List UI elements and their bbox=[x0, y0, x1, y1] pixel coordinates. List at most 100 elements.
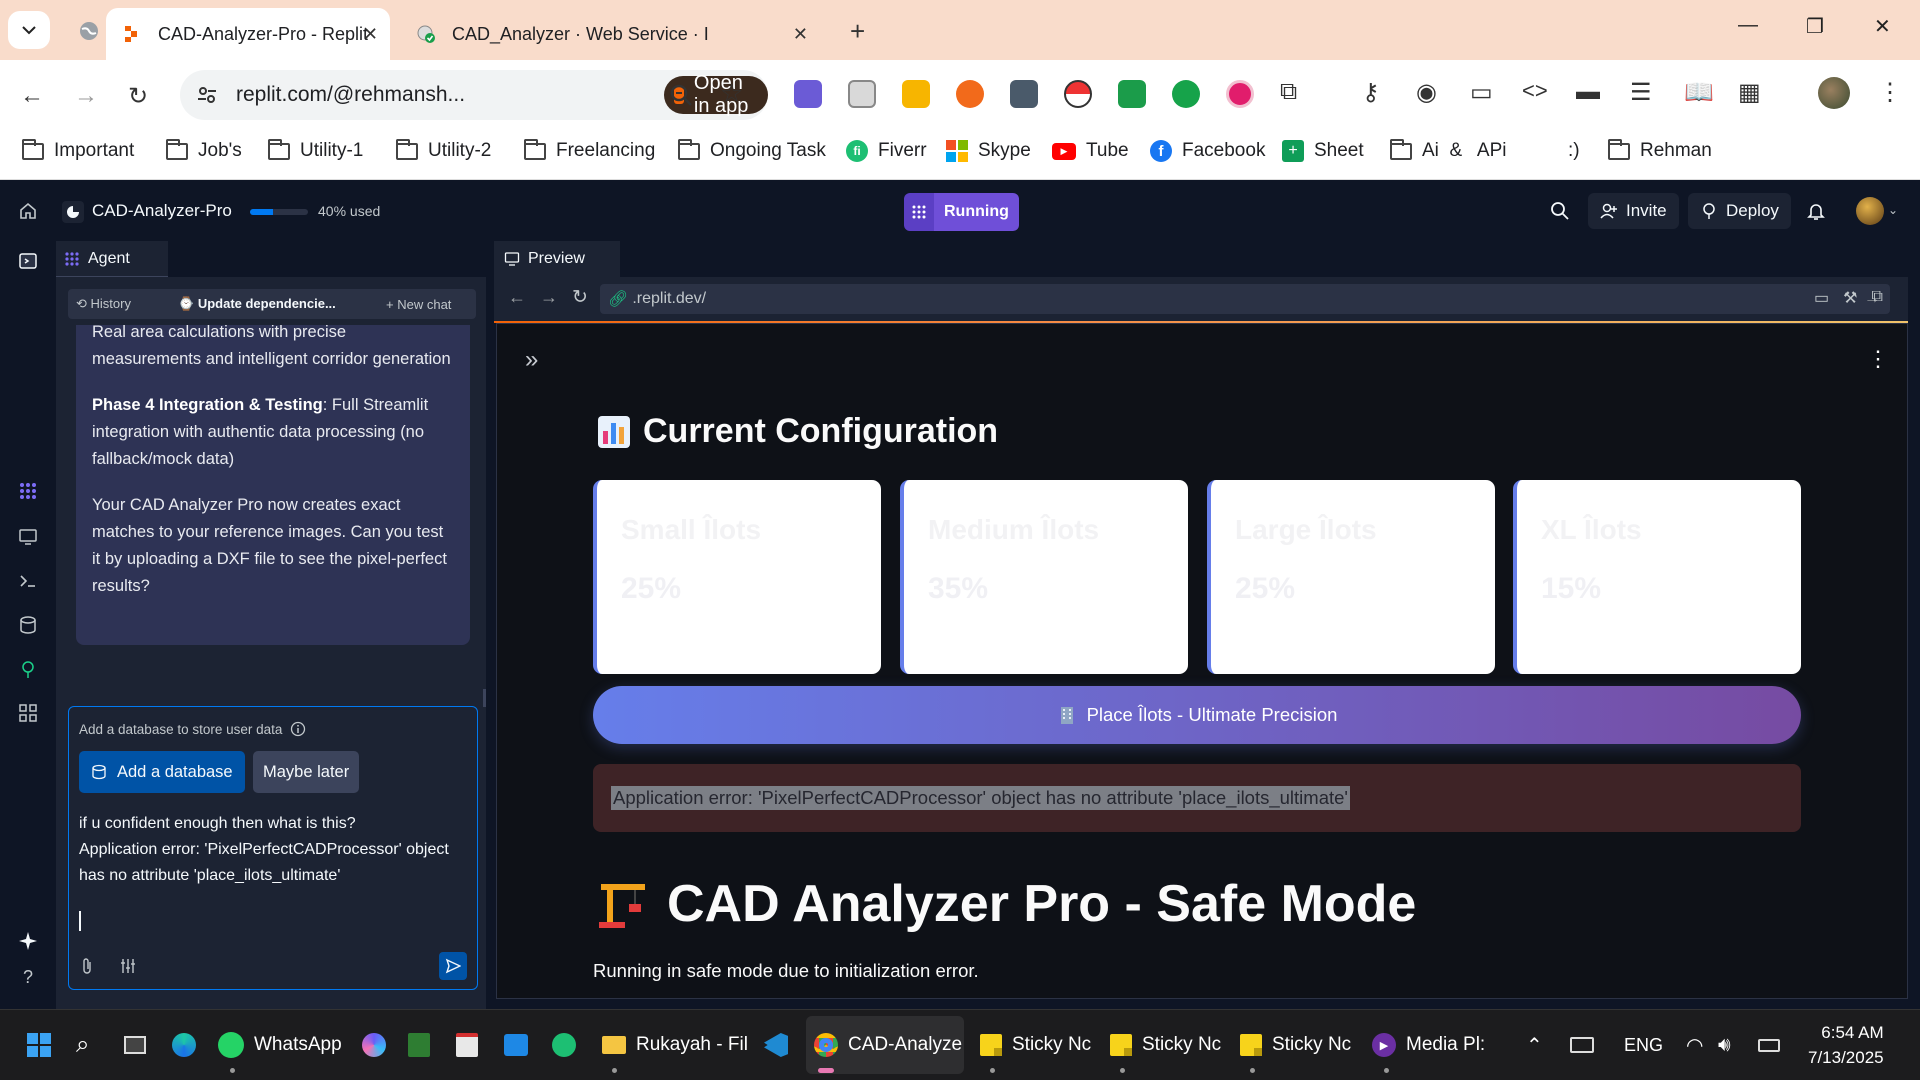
tab-render[interactable]: CAD_Analyzer · Web Service · I ✕ bbox=[400, 8, 820, 60]
restore-icon[interactable]: ❐ bbox=[1806, 14, 1824, 39]
close-icon[interactable]: ✕ bbox=[793, 24, 808, 45]
devices-icon[interactable]: ▭ bbox=[1470, 78, 1493, 107]
extension-icon[interactable] bbox=[956, 80, 984, 108]
database-icon[interactable] bbox=[18, 615, 38, 635]
extension-icon[interactable] bbox=[794, 80, 822, 108]
back-icon[interactable]: ← bbox=[20, 82, 44, 110]
search-icon[interactable] bbox=[1550, 201, 1570, 221]
store-icon[interactable] bbox=[504, 1028, 528, 1062]
bookmark-ongoing-task[interactable]: Ongoing Task bbox=[678, 138, 826, 162]
bookmark-tube[interactable]: ▶ Tube bbox=[1052, 140, 1129, 162]
bookmark-star-icon[interactable]: ☆ bbox=[720, 78, 743, 109]
agent-icon[interactable] bbox=[18, 481, 38, 501]
chevron-up-icon[interactable]: ⌃ bbox=[1526, 1028, 1543, 1062]
bookmark-jobs[interactable]: Job's bbox=[166, 138, 242, 162]
settings-sliders-icon[interactable] bbox=[119, 957, 137, 975]
taskbar-sticky-3[interactable]: Sticky Nc bbox=[1240, 1028, 1351, 1062]
preview-icon[interactable] bbox=[18, 527, 38, 547]
minimize-icon[interactable]: — bbox=[1738, 14, 1758, 37]
files-icon[interactable] bbox=[18, 251, 38, 271]
help-icon[interactable]: ? bbox=[18, 967, 38, 987]
bookmark-smile[interactable]: :) bbox=[1568, 140, 1580, 162]
extension-icon[interactable] bbox=[1226, 80, 1254, 108]
extension-icon[interactable] bbox=[1172, 80, 1200, 108]
taskbar-chrome[interactable]: CAD-Analyze bbox=[814, 1028, 962, 1062]
deployments-icon[interactable] bbox=[18, 659, 38, 679]
card-icon[interactable]: ▬ bbox=[1576, 78, 1600, 106]
bookmark-utility-2[interactable]: Utility-2 bbox=[396, 138, 491, 162]
tab-replit[interactable]: CAD-Analyzer-Pro - Replit ✕ bbox=[106, 8, 390, 60]
zoom-icon[interactable] bbox=[668, 82, 694, 108]
chevron-down-icon[interactable]: ⌄ bbox=[1888, 203, 1898, 217]
repl-avatar-icon[interactable] bbox=[62, 201, 84, 223]
edge-icon[interactable] bbox=[172, 1028, 196, 1062]
bell-icon[interactable] bbox=[1806, 201, 1826, 221]
extension-icon[interactable] bbox=[1118, 80, 1146, 108]
apps-grid-icon[interactable] bbox=[18, 703, 38, 723]
bookmark-fiverr[interactable]: fi Fiverr bbox=[846, 140, 927, 162]
user-avatar[interactable] bbox=[1856, 197, 1884, 225]
deploy-button[interactable]: Deploy bbox=[1688, 193, 1791, 229]
taskbar-whatsapp[interactable]: WhatsApp bbox=[218, 1028, 342, 1062]
new-tab-icon[interactable]: + bbox=[850, 16, 865, 47]
chat-input[interactable]: if u confident enough then what is this?… bbox=[79, 811, 459, 889]
puzzle-icon[interactable]: ⧉ bbox=[1280, 78, 1297, 106]
reading-mode-icon[interactable]: 📖 bbox=[1684, 78, 1714, 107]
new-window-icon[interactable]: ⧉ bbox=[1871, 288, 1882, 308]
extension-icon[interactable] bbox=[1010, 80, 1038, 108]
app-icon[interactable] bbox=[456, 1028, 478, 1062]
list-icon[interactable]: ☰ bbox=[1630, 78, 1652, 107]
back-icon[interactable]: ← bbox=[508, 287, 526, 308]
extension-icon[interactable] bbox=[848, 80, 876, 108]
volume-icon[interactable]: 🔊︎ bbox=[1718, 1028, 1731, 1062]
bookmark-freelancing[interactable]: Freelancing bbox=[524, 138, 655, 162]
add-database-button[interactable]: Add a database bbox=[79, 751, 245, 793]
run-status-button[interactable]: Running bbox=[904, 193, 1019, 231]
vscode-icon[interactable] bbox=[764, 1028, 788, 1062]
taskbar-sticky-1[interactable]: Sticky Nc bbox=[980, 1028, 1091, 1062]
forward-icon[interactable]: → bbox=[540, 287, 558, 308]
send-button[interactable] bbox=[439, 952, 467, 980]
bookmark-sheet[interactable]: + Sheet bbox=[1282, 140, 1364, 162]
profile-avatar[interactable] bbox=[1818, 77, 1850, 109]
side-panel-icon[interactable]: ▦ bbox=[1738, 78, 1761, 107]
main-menu-icon[interactable]: ⋮ bbox=[1867, 346, 1889, 372]
search-icon[interactable]: ⌕ bbox=[76, 1028, 89, 1062]
reload-icon[interactable]: ↻ bbox=[572, 286, 588, 309]
bookmark-facebook[interactable]: f Facebook bbox=[1150, 140, 1265, 162]
taskbar-media-player[interactable]: ▶ Media Pl: bbox=[1372, 1028, 1485, 1062]
home-icon[interactable] bbox=[18, 201, 38, 221]
wifi-icon[interactable]: ◠ bbox=[1686, 1028, 1703, 1062]
forward-icon[interactable]: → bbox=[74, 82, 98, 110]
sparkle-icon[interactable] bbox=[18, 931, 38, 951]
tab-search-button[interactable] bbox=[8, 11, 50, 49]
paperclip-icon[interactable] bbox=[79, 957, 95, 975]
app-icon[interactable] bbox=[408, 1028, 430, 1062]
window-close-icon[interactable]: ✕ bbox=[1874, 14, 1891, 39]
sidebar-expand-icon[interactable]: » bbox=[525, 346, 538, 374]
maybe-later-button[interactable]: Maybe later bbox=[253, 751, 360, 793]
bookmark-utility-1[interactable]: Utility-1 bbox=[268, 138, 363, 162]
key-icon[interactable]: ⚷ bbox=[1362, 78, 1380, 107]
start-button[interactable] bbox=[26, 1028, 52, 1062]
fiverr-icon[interactable] bbox=[552, 1028, 576, 1062]
bookmark-ai-api[interactable]: Ai & APi bbox=[1390, 138, 1506, 162]
taskbar-explorer[interactable]: Rukayah - Fil bbox=[602, 1028, 748, 1062]
extension-icon[interactable] bbox=[902, 80, 930, 108]
preview-url-input[interactable]: 🔗︎ .replit.dev/ → bbox=[600, 284, 1890, 314]
bookmark-important[interactable]: Important bbox=[22, 138, 134, 162]
code-icon[interactable]: <> bbox=[1522, 78, 1548, 104]
taskbar-sticky-2[interactable]: Sticky Nc bbox=[1110, 1028, 1221, 1062]
repl-name[interactable]: CAD-Analyzer-Pro bbox=[92, 201, 232, 221]
devtools-icon[interactable]: ⚒ bbox=[1843, 288, 1857, 308]
tab-preview[interactable]: Preview bbox=[494, 241, 620, 277]
close-icon[interactable]: ✕ bbox=[363, 24, 378, 45]
info-icon[interactable] bbox=[290, 721, 306, 737]
pinned-tab[interactable] bbox=[74, 16, 104, 46]
place-ilots-button[interactable]: Place Îlots - Ultimate Precision bbox=[593, 686, 1801, 744]
reload-icon[interactable]: ↻ bbox=[128, 82, 148, 111]
system-clock[interactable]: 6:54 AM 7/13/2025 bbox=[1808, 1020, 1884, 1070]
lens-icon[interactable]: ◉ bbox=[1416, 78, 1437, 107]
address-bar[interactable]: replit.com/@rehmansh... Open in app ☆ bbox=[180, 70, 768, 120]
task-view-icon[interactable] bbox=[124, 1028, 146, 1062]
